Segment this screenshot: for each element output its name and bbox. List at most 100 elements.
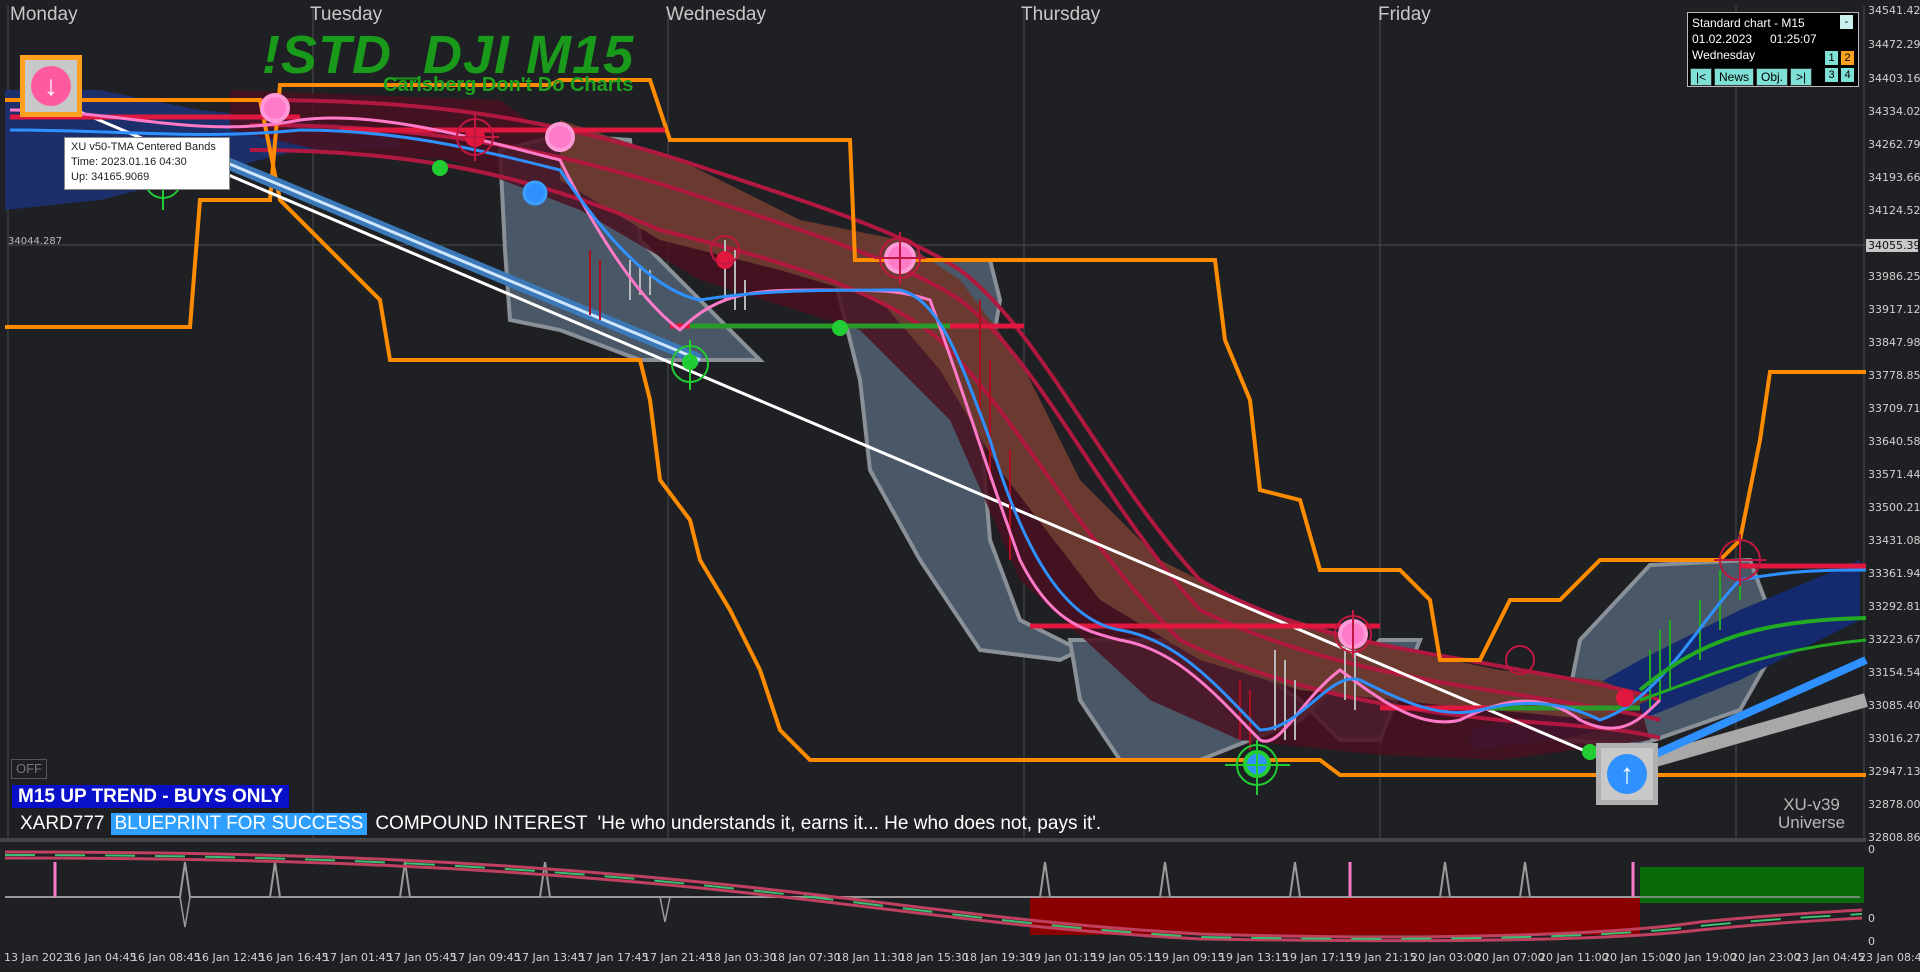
minimize-button[interactable]: - <box>1840 15 1853 29</box>
time-label: 23 Jan 08:45 <box>1859 951 1920 964</box>
time-label: 19 Jan 21:15 <box>1347 951 1417 964</box>
price-label: 33431.080 <box>1868 534 1920 547</box>
day-label-thursday: Thursday <box>1021 4 1101 25</box>
chart-info-panel: Standard chart - M15 01.02.2023 01:25:07… <box>1687 12 1859 87</box>
motto-compound: COMPOUND INTEREST <box>375 813 588 834</box>
time-label: 18 Jan 07:30 <box>771 951 841 964</box>
slot-button-4[interactable]: 4 <box>1841 68 1854 82</box>
price-label: 33847.985 <box>1868 336 1920 349</box>
price-label: 34262.790 <box>1868 138 1920 151</box>
version-line2: Universe <box>1778 813 1846 832</box>
price-label: 33292.810 <box>1868 600 1920 613</box>
time-label: 16 Jan 04:45 <box>67 951 137 964</box>
crosshair-price-label: 34055.390 <box>1868 239 1920 252</box>
time-label: 17 Jan 01:45 <box>323 951 393 964</box>
time-label: 17 Jan 05:45 <box>387 951 457 964</box>
time-label: 18 Jan 11:30 <box>835 951 905 964</box>
time-label: 20 Jan 07:00 <box>1475 951 1545 964</box>
day-label-monday: Monday <box>10 4 78 25</box>
price-label: 32808.865 <box>1868 831 1920 844</box>
price-label: 33709.715 <box>1868 402 1920 415</box>
time-label: 19 Jan 05:15 <box>1091 951 1161 964</box>
price-label: 32947.135 <box>1868 765 1920 778</box>
info-time: 01:25:07 <box>1770 32 1817 46</box>
price-label: 33016.270 <box>1868 732 1920 745</box>
indicator-subwindow[interactable] <box>0 842 1866 950</box>
time-label: 16 Jan 08:45 <box>131 951 201 964</box>
info-date: 01.02.2023 <box>1692 32 1753 46</box>
day-label-wednesday: Wednesday <box>666 4 766 25</box>
off-toggle-button[interactable]: OFF <box>11 759 47 779</box>
indicator-axis-label: 0 <box>1868 912 1875 925</box>
price-label: 33778.850 <box>1868 369 1920 382</box>
time-label: 23 Jan 04:45 <box>1795 951 1865 964</box>
motto-blueprint: BLUEPRINT FOR SUCCESS <box>110 813 368 835</box>
price-label: 33917.120 <box>1868 303 1920 316</box>
price-label: 34472.295 <box>1868 38 1920 51</box>
price-label: 33640.580 <box>1868 435 1920 448</box>
time-label: 16 Jan 16:45 <box>259 951 329 964</box>
time-label: 17 Jan 17:45 <box>579 951 649 964</box>
time-label: 20 Jan 23:00 <box>1731 951 1801 964</box>
price-label: 33571.445 <box>1868 468 1920 481</box>
objects-button[interactable]: Obj. <box>1756 68 1788 86</box>
day-label-tuesday: Tuesday <box>310 4 383 25</box>
time-label: 19 Jan 13:15 <box>1219 951 1289 964</box>
motto-line: XARD777 BLUEPRINT FOR SUCCESS COMPOUND INT… <box>20 813 1101 835</box>
slot-button-3[interactable]: 3 <box>1825 68 1838 82</box>
chart-subtitle: Carlsberg Don't Do Charts <box>383 74 634 96</box>
sell-signal-badge: ↓ <box>20 55 82 117</box>
indicator-axis-label: 0 <box>1868 935 1875 948</box>
slot-button-2[interactable]: 2 <box>1841 51 1854 65</box>
motto-name: XARD777 <box>20 813 105 834</box>
time-label: 19 Jan 17:15 <box>1283 951 1353 964</box>
time-label: 17 Jan 21:45 <box>643 951 713 964</box>
tooltip-line2: Time: 2023.01.16 04:30 <box>71 156 187 168</box>
indicator-axis-label: 0 <box>1868 843 1875 856</box>
arrow-up-icon: ↑ <box>1607 754 1647 794</box>
time-label: 20 Jan 03:00 <box>1411 951 1481 964</box>
version-line1: XU-v39 <box>1783 795 1840 814</box>
time-label: 17 Jan 13:45 <box>515 951 585 964</box>
indicator-tooltip: XU v50-TMA Centered Bands Time: 2023.01.… <box>64 137 230 190</box>
time-label: 20 Jan 15:00 <box>1603 951 1673 964</box>
time-label: 19 Jan 01:15 <box>1027 951 1097 964</box>
price-label: 34541.425 <box>1868 4 1920 17</box>
price-label: 33154.540 <box>1868 666 1920 679</box>
price-label: 33085.405 <box>1868 699 1920 712</box>
first-button[interactable]: |< <box>1690 68 1712 86</box>
arrow-down-icon: ↓ <box>31 66 71 106</box>
crosshair-price-tag: 34044.287 <box>8 236 63 247</box>
price-label: 33500.215 <box>1868 501 1920 514</box>
info-chart-type: Standard chart - M15 <box>1692 16 1805 30</box>
time-label: 18 Jan 15:30 <box>899 951 969 964</box>
price-label: 33361.945 <box>1868 567 1920 580</box>
buy-signal-badge: ↑ <box>1596 743 1658 805</box>
info-day: Wednesday <box>1692 48 1756 62</box>
time-label: 20 Jan 11:00 <box>1539 951 1609 964</box>
time-label: 19 Jan 09:15 <box>1155 951 1225 964</box>
version-label: XU-v39 Universe <box>1778 796 1845 832</box>
price-label: 32878.000 <box>1868 798 1920 811</box>
last-button[interactable]: >| <box>1790 68 1812 86</box>
day-label-friday: Friday <box>1378 4 1431 25</box>
mt4-chart-window[interactable]: Monday Tuesday Wednesday Thursday Friday… <box>0 0 1920 972</box>
price-label: 34193.660 <box>1868 171 1920 184</box>
price-label: 33223.675 <box>1868 633 1920 646</box>
time-label: 18 Jan 19:30 <box>963 951 1033 964</box>
tooltip-line3: Up: 34165.9069 <box>71 171 150 183</box>
news-button[interactable]: News <box>1714 68 1754 86</box>
time-label: 16 Jan 12:45 <box>195 951 265 964</box>
price-label: 34124.525 <box>1868 204 1920 217</box>
tooltip-line1: XU v50-TMA Centered Bands <box>71 141 216 153</box>
price-label: 34334.025 <box>1868 105 1920 118</box>
time-label: 20 Jan 19:00 <box>1667 951 1737 964</box>
slot-button-1[interactable]: 1 <box>1825 51 1838 65</box>
time-label: 18 Jan 03:30 <box>707 951 777 964</box>
trend-banner: M15 UP TREND - BUYS ONLY <box>12 785 289 808</box>
time-label: 13 Jan 2023 <box>4 951 70 964</box>
price-label: 34403.160 <box>1868 72 1920 85</box>
price-label: 33986.255 <box>1868 270 1920 283</box>
motto-quote: 'He who understands it, earns it... He w… <box>597 813 1102 834</box>
time-label: 17 Jan 09:45 <box>451 951 521 964</box>
